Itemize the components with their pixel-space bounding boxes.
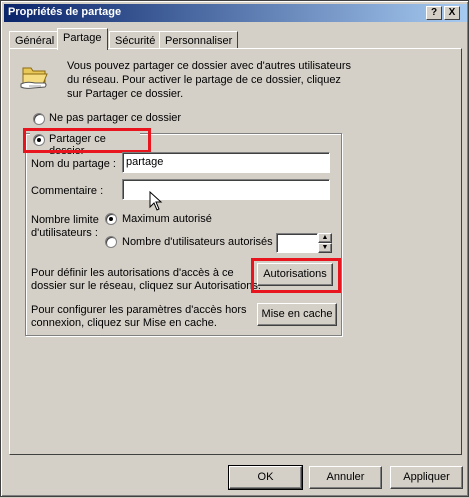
max-users-radio[interactable] bbox=[105, 213, 117, 225]
share-properties-window: Propriétés de partage ? X Général Partag… bbox=[0, 0, 469, 497]
apply-button[interactable]: Appliquer bbox=[390, 466, 463, 489]
no-share-radio[interactable] bbox=[33, 113, 45, 125]
highlight-permissions-button bbox=[251, 258, 341, 293]
intro-line: sur Partager ce dossier. bbox=[67, 88, 184, 100]
cache-text: Pour configurer les paramètres d'accès h… bbox=[31, 304, 246, 330]
permissions-line: dossier sur le réseau, cliquez sur Autor… bbox=[31, 280, 261, 292]
user-limit-line: Nombre limite bbox=[31, 214, 99, 226]
cache-button[interactable]: Mise en cache bbox=[257, 303, 337, 326]
folder-hand-icon bbox=[19, 60, 53, 92]
panel-content: Vous pouvez partager ce dossier avec d'a… bbox=[1, 1, 469, 498]
user-count-label[interactable]: Nombre d'utilisateurs autorisés : bbox=[122, 236, 279, 248]
intro-text: Vous pouvez partager ce dossier avec d'a… bbox=[67, 59, 351, 101]
cache-line: Pour configurer les paramètres d'accès h… bbox=[31, 304, 247, 316]
no-share-label[interactable]: Ne pas partager ce dossier bbox=[49, 112, 181, 124]
spin-up-arrow-icon[interactable]: ▲ bbox=[318, 233, 332, 243]
comment-label: Commentaire : bbox=[31, 185, 104, 197]
cache-line: connexion, cliquez sur Mise en cache. bbox=[31, 317, 217, 329]
permissions-text: Pour définir les autorisations d'accès à… bbox=[31, 267, 261, 293]
cancel-button[interactable]: Annuler bbox=[309, 466, 382, 489]
share-name-input[interactable]: partage bbox=[122, 152, 330, 173]
user-count-input[interactable] bbox=[276, 233, 318, 253]
permissions-line: Pour définir les autorisations d'accès à… bbox=[31, 267, 234, 279]
mouse-pointer-icon bbox=[149, 190, 163, 211]
share-name-label: Nom du partage : bbox=[31, 158, 116, 170]
intro-line: Vous pouvez partager ce dossier avec d'a… bbox=[67, 60, 351, 72]
user-count-spinner[interactable]: ▲ ▼ bbox=[318, 233, 332, 253]
intro-line: du réseau. Pour activer le partage de ce… bbox=[67, 74, 341, 86]
max-users-label[interactable]: Maximum autorisé bbox=[122, 213, 212, 225]
spin-down-arrow-icon[interactable]: ▼ bbox=[318, 243, 332, 253]
user-limit-label: Nombre limite d'utilisateurs : bbox=[31, 214, 99, 240]
ok-button[interactable]: OK bbox=[228, 465, 303, 490]
user-count-radio[interactable] bbox=[105, 236, 117, 248]
highlight-share-radio bbox=[23, 128, 151, 153]
user-limit-line: d'utilisateurs : bbox=[31, 227, 98, 239]
